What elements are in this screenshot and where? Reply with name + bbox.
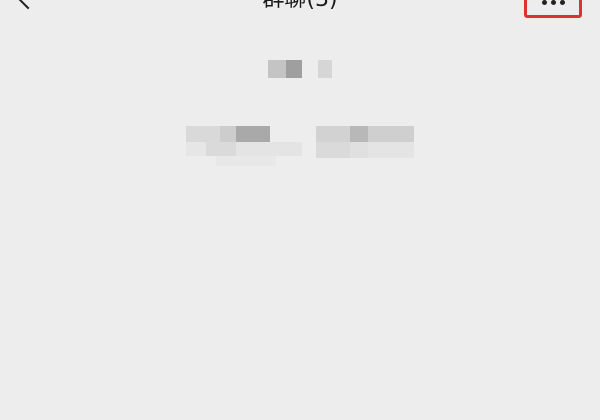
mosaic-pixel bbox=[236, 142, 302, 156]
mosaic-pixel bbox=[318, 60, 332, 78]
mosaic-pixel bbox=[236, 126, 270, 142]
page-title: 群聊(3) bbox=[150, 0, 450, 12]
mosaic-pixel bbox=[186, 142, 206, 156]
mosaic-pixel bbox=[350, 142, 368, 158]
chevron-left-icon[interactable] bbox=[16, 0, 40, 10]
member-name-redacted bbox=[316, 126, 420, 170]
group-chat-info-screen: 群聊(3) bbox=[0, 0, 600, 420]
mosaic-pixel bbox=[350, 126, 368, 142]
mosaic-pixel bbox=[368, 126, 414, 142]
mosaic-pixel bbox=[316, 142, 350, 158]
top-navigation-bar: 群聊(3) bbox=[0, 0, 600, 22]
more-options-button[interactable] bbox=[524, 0, 582, 18]
mosaic-pixel bbox=[316, 126, 350, 142]
more-horizontal-icon bbox=[559, 0, 565, 5]
mosaic-pixel bbox=[186, 126, 220, 142]
member-name-redacted bbox=[186, 126, 306, 170]
member-avatar-redacted[interactable] bbox=[268, 60, 334, 80]
mosaic-pixel bbox=[206, 142, 236, 156]
mosaic-pixel bbox=[286, 60, 302, 78]
mosaic-pixel bbox=[220, 126, 236, 142]
mosaic-pixel bbox=[368, 142, 414, 158]
more-horizontal-icon bbox=[541, 0, 547, 5]
mosaic-pixel bbox=[216, 156, 276, 166]
mosaic-pixel bbox=[268, 60, 286, 78]
more-horizontal-icon bbox=[550, 0, 556, 5]
